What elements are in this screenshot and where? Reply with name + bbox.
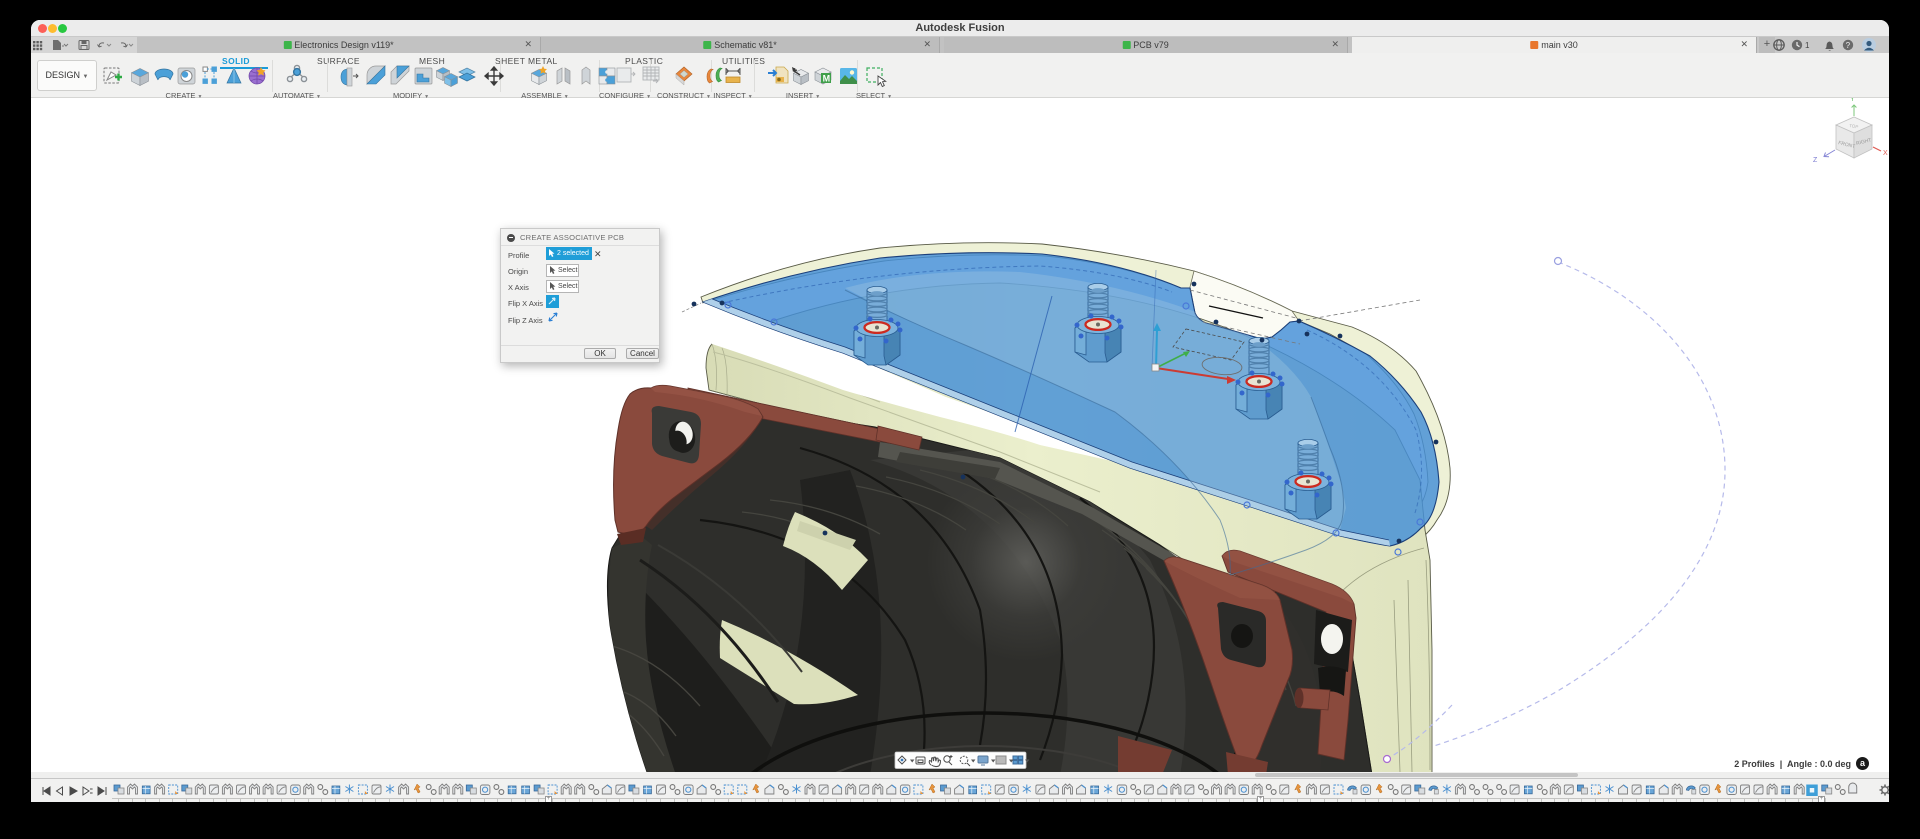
svg-text:?: ? xyxy=(1846,41,1851,50)
svg-text:Y: Y xyxy=(1850,98,1855,103)
svg-text:1: 1 xyxy=(1805,41,1810,50)
svg-text:X: X xyxy=(1883,150,1888,157)
svg-text:Z: Z xyxy=(1813,157,1818,164)
svg-text:M: M xyxy=(823,74,831,84)
